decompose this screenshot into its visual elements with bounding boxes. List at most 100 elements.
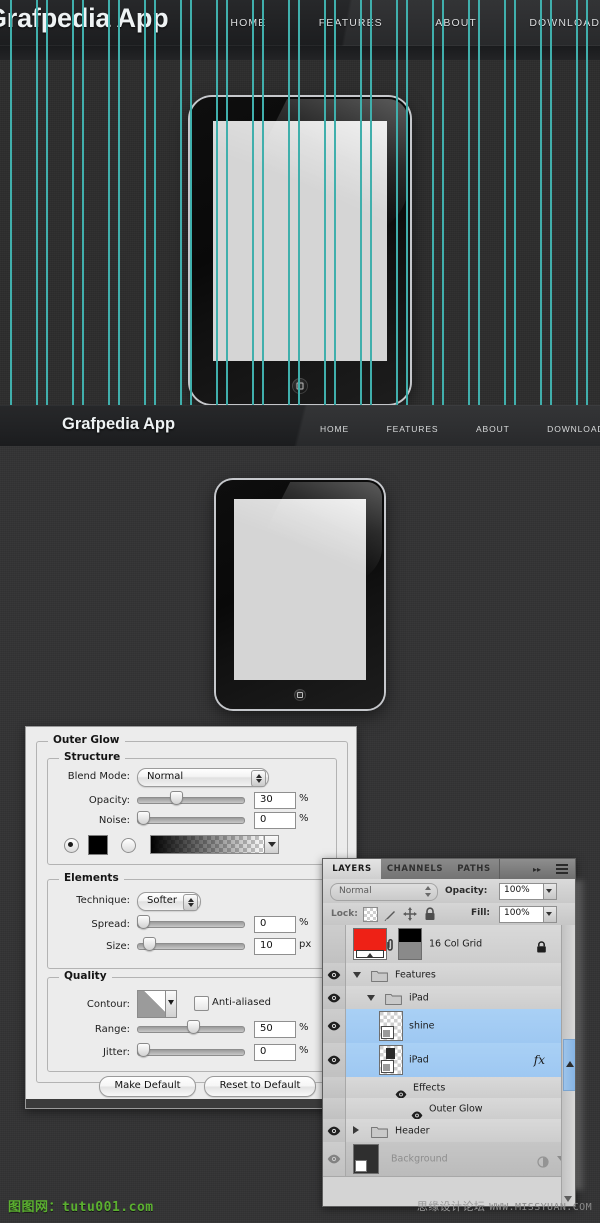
table-row[interactable]: Effects	[323, 1077, 575, 1099]
group-disclosure-triangle[interactable]	[353, 1126, 359, 1134]
layers-panel-scrollbar[interactable]	[561, 925, 575, 1206]
glow-color-swatch[interactable]	[88, 835, 108, 855]
visibility-cell[interactable]	[323, 963, 346, 986]
spread-unit: %	[299, 917, 309, 928]
visibility-cell[interactable]	[323, 1142, 346, 1176]
table-row[interactable]: Background	[323, 1142, 575, 1177]
comp-nav[interactable]: HOME FEATURES ABOUT DOWNLOAD	[320, 419, 600, 435]
table-row[interactable]: Outer Glow	[323, 1098, 575, 1120]
jitter-slider[interactable]	[137, 1043, 247, 1060]
visibility-cell	[323, 1098, 346, 1119]
table-row[interactable]: iPad fx	[323, 1043, 575, 1078]
blend-mode-select[interactable]: Normal	[137, 768, 269, 787]
collapse-chevrons-icon[interactable]: ▸▸	[533, 865, 541, 874]
technique-select[interactable]: Softer	[137, 892, 201, 911]
range-field[interactable]: 50	[254, 1021, 296, 1038]
comp-site-title: Grafpedia App	[62, 415, 176, 433]
lock-image-pixels-icon[interactable]	[383, 907, 397, 921]
comp-ipad-mockup	[216, 480, 384, 709]
eye-icon[interactable]	[327, 1055, 341, 1065]
hero-nav-item-features[interactable]: FEATURES	[319, 17, 383, 29]
table-row[interactable]: Header	[323, 1119, 575, 1143]
comp-nav-item-features[interactable]: FEATURES	[387, 424, 439, 434]
group-disclosure-triangle[interactable]	[367, 994, 375, 1001]
lock-all-icon[interactable]	[424, 906, 436, 920]
hero-nav[interactable]: HOME FEATURES ABOUT DOWNLOAD	[182, 13, 600, 33]
table-row[interactable]: shine	[323, 1009, 575, 1044]
noise-slider-knob[interactable]	[137, 811, 150, 825]
lock-label: Lock:	[331, 909, 358, 919]
eye-icon[interactable]	[327, 970, 341, 980]
lock-position-icon[interactable]	[403, 906, 417, 921]
make-default-button[interactable]: Make Default	[99, 1076, 196, 1097]
contour-dropdown-icon[interactable]	[165, 991, 176, 1017]
range-slider-knob[interactable]	[187, 1020, 200, 1034]
opacity-label: Opacity:	[88, 795, 130, 806]
noise-field[interactable]: 0	[254, 812, 296, 829]
reset-to-default-button[interactable]: Reset to Default	[204, 1076, 316, 1097]
lock-transparent-pixels-icon[interactable]	[363, 907, 378, 922]
opacity-unit: %	[299, 793, 309, 804]
eye-icon[interactable]	[327, 1154, 341, 1164]
eye-icon[interactable]	[395, 1084, 407, 1098]
table-row[interactable]: iPad	[323, 986, 575, 1010]
eye-icon[interactable]	[327, 1126, 341, 1136]
jitter-field[interactable]: 0	[254, 1044, 296, 1061]
hero-nav-item-home[interactable]: HOME	[230, 17, 266, 29]
technique-stepper-icon[interactable]	[183, 894, 198, 911]
spread-slider[interactable]	[137, 915, 247, 932]
visibility-cell[interactable]	[323, 986, 346, 1009]
panel-opacity-dropdown-icon[interactable]	[543, 883, 557, 900]
spread-slider-knob[interactable]	[137, 915, 150, 929]
tab-paths[interactable]: PATHS	[449, 859, 500, 879]
opacity-slider[interactable]	[137, 791, 247, 808]
comp-nav-item-download[interactable]: DOWNLOAD	[547, 424, 600, 434]
blend-opacity-row: Normal Opacity: 100%	[323, 879, 575, 904]
table-row[interactable]: Features	[323, 963, 575, 987]
panel-fill-dropdown-icon[interactable]	[543, 906, 557, 923]
contour-preview[interactable]	[137, 990, 177, 1018]
range-slider[interactable]	[137, 1020, 247, 1037]
panel-menu-icon[interactable]	[553, 863, 569, 875]
jitter-slider-knob[interactable]	[137, 1043, 150, 1057]
layer-blend-stepper-icon[interactable]	[424, 885, 432, 898]
table-row[interactable]: 16 Col Grid	[323, 925, 575, 964]
visibility-cell[interactable]	[323, 1043, 346, 1077]
comp-nav-item-about[interactable]: ABOUT	[476, 424, 510, 434]
glow-color-radio[interactable]	[64, 838, 79, 853]
spread-slider-track	[137, 921, 245, 928]
layer-name: shine	[409, 1020, 435, 1032]
spread-field[interactable]: 0	[254, 916, 296, 933]
eye-icon[interactable]	[327, 993, 341, 1003]
glow-gradient-dropdown-icon[interactable]	[264, 835, 279, 854]
jitter-unit: %	[299, 1045, 309, 1056]
layer-effects-fx-icon[interactable]: fx	[534, 1053, 545, 1067]
scrollbar-thumb[interactable]	[563, 1039, 575, 1091]
size-slider-knob[interactable]	[143, 937, 156, 951]
glow-gradient-preview[interactable]	[150, 835, 266, 854]
hero-nav-item-about[interactable]: ABOUT	[435, 17, 477, 29]
visibility-cell[interactable]	[323, 925, 346, 963]
visibility-cell[interactable]	[323, 1009, 346, 1043]
anti-aliased-checkbox[interactable]	[194, 996, 209, 1011]
size-field[interactable]: 10	[254, 938, 296, 955]
panel-opacity-field[interactable]: 100%	[499, 883, 557, 900]
visibility-cell[interactable]	[323, 1119, 346, 1142]
hero-nav-item-download[interactable]: DOWNLOAD	[529, 17, 600, 29]
layer-blend-mode-select[interactable]: Normal	[330, 883, 438, 901]
group-disclosure-triangle[interactable]	[353, 971, 361, 978]
noise-slider[interactable]	[137, 811, 247, 828]
glow-gradient-radio[interactable]	[121, 838, 136, 853]
opacity-slider-knob[interactable]	[170, 791, 183, 805]
tab-layers[interactable]: LAYERS	[323, 859, 382, 879]
opacity-field[interactable]: 30	[254, 792, 296, 809]
technique-label: Technique:	[76, 895, 130, 906]
eye-icon[interactable]	[411, 1105, 423, 1119]
tab-channels[interactable]: CHANNELS	[381, 859, 450, 879]
size-slider[interactable]	[137, 937, 247, 954]
eye-icon[interactable]	[327, 1021, 341, 1031]
size-label: Size:	[106, 941, 130, 952]
comp-nav-item-home[interactable]: HOME	[320, 424, 349, 434]
panel-fill-field[interactable]: 100%	[499, 906, 557, 923]
blend-mode-stepper-icon[interactable]	[251, 770, 266, 787]
